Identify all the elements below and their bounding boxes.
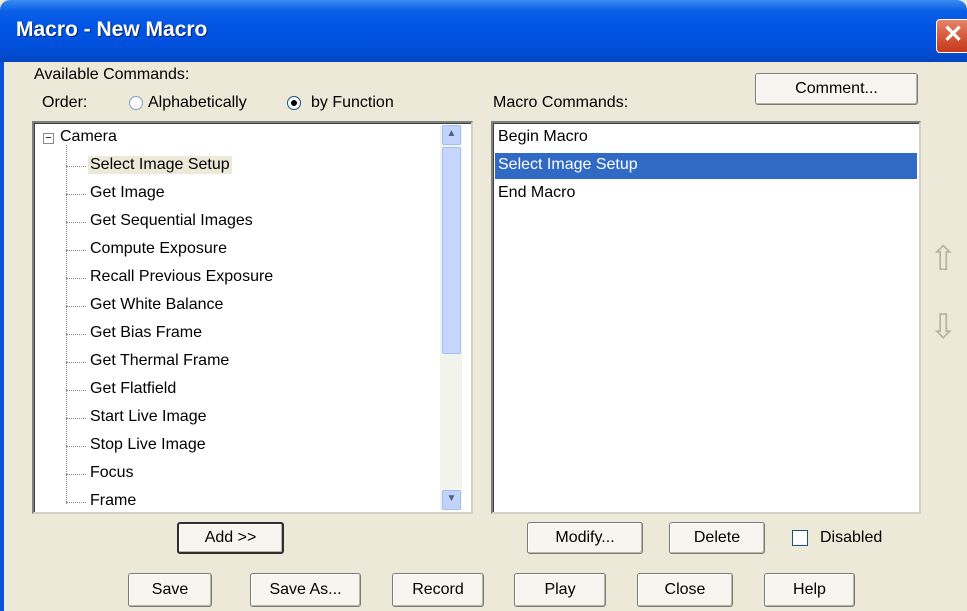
close-icon[interactable]: ✕ bbox=[936, 19, 967, 53]
tree-line bbox=[66, 222, 86, 223]
chevron-up-icon[interactable]: ▲ bbox=[442, 125, 461, 145]
tree-line bbox=[66, 362, 86, 363]
macro-item-end-macro[interactable]: End Macro bbox=[495, 181, 917, 207]
record-button[interactable]: Record bbox=[392, 573, 484, 607]
macro-commands-list[interactable]: Begin Macro Select Image Setup End Macro bbox=[491, 121, 921, 514]
add-button[interactable]: Add >> bbox=[177, 522, 284, 554]
tree-line bbox=[66, 250, 86, 251]
tree-line bbox=[66, 418, 86, 419]
order-label: Order: bbox=[42, 94, 88, 111]
radio-alphabetically-label[interactable]: Alphabetically bbox=[148, 94, 247, 112]
macro-item-select-image-setup[interactable]: Select Image Setup bbox=[495, 153, 917, 179]
tree-item-get-sequential-images[interactable]: Get Sequential Images bbox=[90, 212, 253, 230]
play-button[interactable]: Play bbox=[514, 573, 606, 607]
chevron-down-icon[interactable]: ▼ bbox=[442, 490, 461, 510]
down-arrow-icon[interactable]: ⇩ bbox=[929, 309, 958, 347]
radio-alphabetically[interactable] bbox=[129, 96, 143, 110]
tree-item-focus[interactable]: Focus bbox=[90, 464, 134, 482]
tree-line bbox=[66, 334, 86, 335]
comment-button[interactable]: Comment... bbox=[755, 73, 918, 105]
window-frame bbox=[0, 62, 4, 611]
modify-button[interactable]: Modify... bbox=[527, 522, 643, 554]
collapse-icon[interactable]: − bbox=[43, 133, 54, 144]
title-bar[interactable]: Macro - New Macro ✕ bbox=[0, 0, 967, 62]
tree-line bbox=[66, 166, 86, 167]
tree-line bbox=[66, 278, 86, 279]
window-title: Macro - New Macro bbox=[16, 18, 208, 41]
tree-line bbox=[66, 502, 86, 503]
scrollbar-thumb[interactable] bbox=[442, 147, 461, 354]
tree-item-frame[interactable]: Frame bbox=[90, 492, 136, 510]
tree-item-get-bias-frame[interactable]: Get Bias Frame bbox=[90, 324, 202, 342]
macro-commands-label: Macro Commands: bbox=[493, 94, 629, 111]
tree-line bbox=[66, 474, 86, 475]
disabled-checkbox-label[interactable]: Disabled bbox=[820, 529, 882, 547]
disabled-checkbox[interactable] bbox=[792, 530, 808, 546]
tree-line bbox=[66, 145, 67, 504]
tree-item-select-image-setup[interactable]: Select Image Setup bbox=[88, 156, 232, 174]
save-as-button[interactable]: Save As... bbox=[250, 573, 361, 607]
tree-line bbox=[66, 446, 86, 447]
up-arrow-icon[interactable]: ⇧ bbox=[929, 241, 958, 279]
help-button[interactable]: Help bbox=[764, 573, 855, 607]
tree-item-compute-exposure[interactable]: Compute Exposure bbox=[90, 240, 227, 258]
tree-item-get-white-balance[interactable]: Get White Balance bbox=[90, 296, 223, 314]
radio-by-function[interactable] bbox=[287, 96, 301, 110]
save-button[interactable]: Save bbox=[128, 573, 212, 607]
available-commands-label: Available Commands: bbox=[34, 66, 190, 83]
tree-line bbox=[66, 390, 86, 391]
tree-line bbox=[66, 194, 86, 195]
macro-item-begin-macro[interactable]: Begin Macro bbox=[495, 125, 917, 151]
tree-item-stop-live-image[interactable]: Stop Live Image bbox=[90, 436, 206, 454]
available-commands-tree[interactable]: − Camera Select Image Setup Get Image Ge… bbox=[32, 121, 473, 514]
tree-item-get-thermal-frame[interactable]: Get Thermal Frame bbox=[90, 352, 229, 370]
tree-item-recall-previous-exposure[interactable]: Recall Previous Exposure bbox=[90, 268, 273, 286]
close-button[interactable]: Close bbox=[637, 573, 733, 607]
radio-by-function-label[interactable]: by Function bbox=[311, 94, 394, 112]
tree-item-start-live-image[interactable]: Start Live Image bbox=[90, 408, 207, 426]
tree-scrollbar[interactable]: ▲ ▼ bbox=[440, 125, 462, 510]
tree-line bbox=[66, 306, 86, 307]
delete-button[interactable]: Delete bbox=[669, 522, 765, 554]
tree-item-get-flatfield[interactable]: Get Flatfield bbox=[90, 380, 176, 398]
tree-item-get-image[interactable]: Get Image bbox=[90, 184, 165, 202]
tree-root-camera[interactable]: Camera bbox=[60, 128, 117, 146]
